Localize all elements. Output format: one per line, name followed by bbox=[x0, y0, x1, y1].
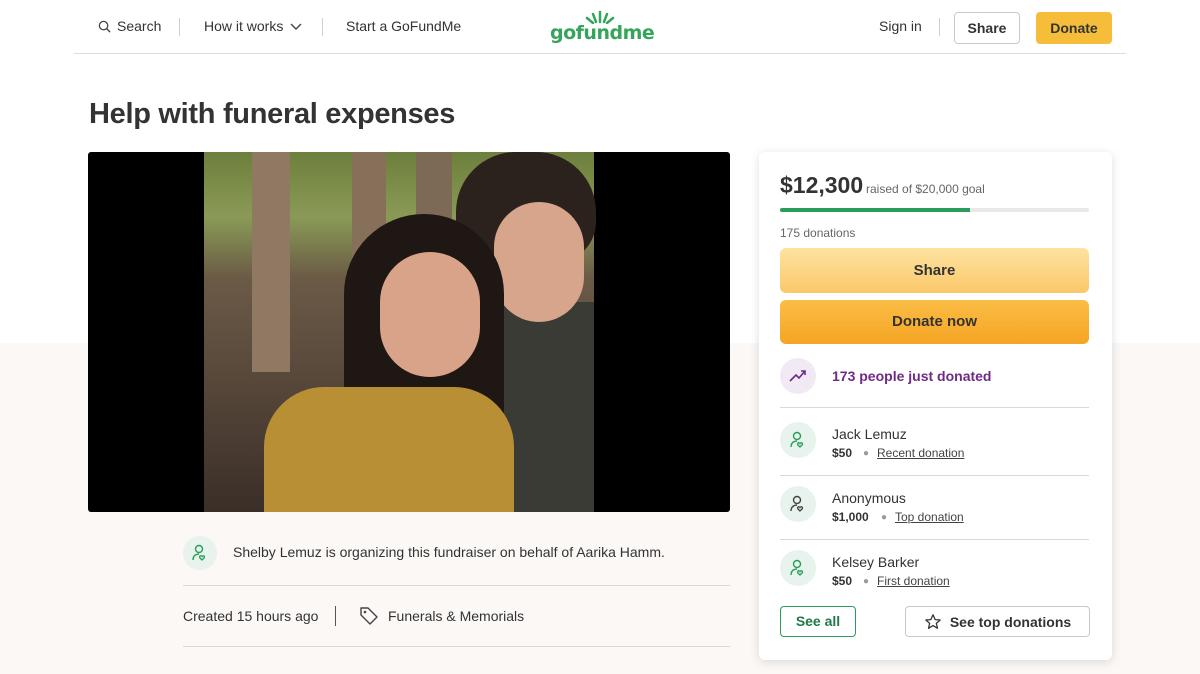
divider bbox=[183, 585, 730, 586]
start-gofundme-link[interactable]: Start a GoFundMe bbox=[346, 18, 461, 34]
how-it-works-menu[interactable]: How it works bbox=[204, 18, 303, 34]
page-title: Help with funeral expenses bbox=[89, 98, 456, 130]
donor-type-link[interactable]: First donation bbox=[877, 574, 950, 588]
organizer-avatar bbox=[183, 536, 217, 570]
how-it-works-label: How it works bbox=[204, 18, 284, 34]
category-link[interactable]: Funerals & Memorials bbox=[388, 608, 524, 624]
divider bbox=[780, 407, 1089, 408]
user-heart-icon bbox=[192, 544, 206, 561]
donate-now-button[interactable]: Donate now bbox=[780, 300, 1089, 344]
donor-amount: $50 bbox=[832, 446, 853, 460]
chevron-down-icon bbox=[290, 23, 302, 30]
donations-count: 175 donations bbox=[780, 226, 856, 240]
divider bbox=[780, 539, 1089, 540]
donation-card: $12,300 raised of $20,000 goal 175 donat… bbox=[759, 152, 1112, 660]
meta-divider bbox=[335, 606, 336, 626]
bullet-separator: ● bbox=[881, 512, 888, 523]
sign-in-label: Sign in bbox=[879, 18, 922, 34]
organizer-text: Shelby Lemuz is organizing this fundrais… bbox=[233, 544, 665, 560]
see-top-donations-button[interactable]: See top donations bbox=[905, 606, 1090, 637]
donor-name: Kelsey Barker bbox=[832, 554, 920, 570]
bullet-separator: ● bbox=[863, 576, 870, 587]
donor-name: Anonymous bbox=[832, 490, 906, 506]
donor-type-link[interactable]: Recent donation bbox=[877, 446, 964, 460]
user-heart-icon bbox=[790, 495, 804, 512]
divider bbox=[183, 646, 730, 647]
divider bbox=[780, 475, 1089, 476]
created-time: Created 15 hours ago bbox=[183, 608, 319, 624]
goal-text: raised of $20,000 goal bbox=[866, 182, 985, 196]
see-all-button[interactable]: See all bbox=[780, 606, 856, 637]
donor-avatar bbox=[780, 486, 816, 522]
nav-divider bbox=[939, 18, 940, 36]
bullet-separator: ● bbox=[863, 448, 870, 459]
donor-amount: $50 bbox=[832, 574, 853, 588]
star-icon bbox=[924, 613, 941, 629]
search-icon bbox=[98, 20, 111, 33]
progress-bar bbox=[780, 208, 1089, 212]
photo-content bbox=[204, 152, 596, 512]
trending-up-icon bbox=[789, 370, 806, 382]
donor-name: Jack Lemuz bbox=[832, 426, 907, 442]
progress-fill bbox=[780, 208, 971, 212]
search-label: Search bbox=[117, 18, 162, 34]
donate-button-header[interactable]: Donate bbox=[1036, 12, 1112, 44]
donor-amount: $1,000 bbox=[832, 510, 869, 524]
top-nav: Search How it works Start a GoFundMe gof… bbox=[74, 0, 1126, 54]
campaign-photo[interactable] bbox=[88, 152, 730, 512]
just-donated-text: 173 people just donated bbox=[832, 368, 992, 384]
logo-text: gofundme bbox=[550, 22, 655, 44]
search-button[interactable]: Search bbox=[98, 18, 161, 34]
donor-avatar bbox=[780, 550, 816, 586]
donor-avatar bbox=[780, 422, 816, 458]
see-top-label: See top donations bbox=[949, 613, 1072, 630]
user-heart-icon bbox=[790, 559, 804, 576]
nav-divider bbox=[179, 18, 180, 36]
share-button[interactable]: Share bbox=[780, 248, 1089, 293]
raised-amount: $12,300 bbox=[780, 172, 864, 198]
share-button-header[interactable]: Share bbox=[954, 12, 1020, 44]
user-heart-icon bbox=[790, 431, 804, 448]
start-label: Start a GoFundMe bbox=[346, 18, 462, 34]
sign-in-link[interactable]: Sign in bbox=[879, 18, 922, 34]
trend-badge bbox=[780, 358, 816, 394]
donor-type-link[interactable]: Top donation bbox=[895, 510, 964, 524]
nav-divider bbox=[322, 18, 323, 36]
gofundme-logo[interactable]: gofundme bbox=[550, 10, 655, 46]
tag-icon bbox=[360, 607, 378, 625]
